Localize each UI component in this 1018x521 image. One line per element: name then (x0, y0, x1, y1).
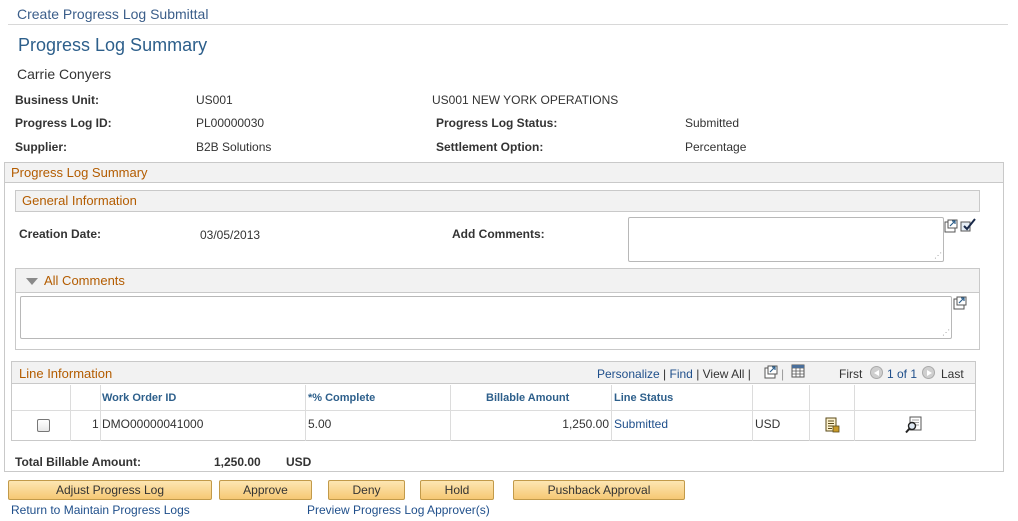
add-comments-label: Add Comments: (452, 227, 545, 241)
expand-textarea-icon[interactable] (953, 296, 967, 310)
total-billable-value: 1,250.00 (214, 455, 261, 469)
personalize-link[interactable]: Personalize (597, 367, 660, 381)
column-pct-complete[interactable]: *% Complete (308, 386, 375, 410)
all-comments-header[interactable]: All Comments (16, 269, 979, 293)
all-comments-title: All Comments (44, 273, 125, 288)
row-billable-amount: 1,250.00 (562, 417, 609, 431)
last-label[interactable]: Last (941, 367, 964, 381)
download-spreadsheet-icon[interactable] (791, 364, 805, 378)
title-divider (8, 24, 1008, 25)
pushback-approval-button[interactable]: Pushback Approval (513, 480, 685, 500)
row-select-checkbox[interactable] (37, 419, 50, 432)
supplier-label: Supplier: (15, 140, 68, 154)
add-comments-textarea[interactable]: ⋰ (628, 217, 944, 262)
previous-icon[interactable] (870, 365, 883, 380)
person-name: Carrie Conyers (17, 66, 112, 82)
all-comments-textarea[interactable]: ⋰ (20, 296, 952, 339)
row-work-order-id: DMO00000041000 (102, 417, 204, 431)
next-icon[interactable] (922, 365, 935, 380)
business-unit-label: Business Unit: (15, 93, 100, 107)
spell-check-icon[interactable] (960, 217, 976, 233)
collapse-triangle-icon[interactable] (26, 278, 38, 286)
creation-date-value: 03/05/2013 (200, 228, 261, 242)
first-label[interactable]: First (839, 367, 862, 381)
separator: | (747, 367, 751, 381)
breadcrumb-title: Create Progress Log Submittal (17, 6, 209, 22)
view-all-link[interactable]: View All (703, 367, 745, 381)
progress-log-status-label: Progress Log Status: (436, 116, 558, 130)
row-currency: USD (755, 417, 781, 431)
find-link[interactable]: Find (670, 367, 693, 381)
line-details-icon[interactable] (824, 417, 840, 433)
preview-approvers-link[interactable]: Preview Progress Log Approver(s) (307, 503, 490, 517)
deny-button[interactable]: Deny (328, 480, 405, 500)
progress-log-id-value: PL00000030 (196, 116, 265, 130)
pager-text: 1 of 1 (887, 367, 918, 381)
general-information-title: General Information (22, 193, 137, 208)
progress-log-status-value: Submitted (685, 116, 740, 130)
line-information-title: Line Information (19, 366, 113, 381)
expand-textarea-icon[interactable] (944, 219, 958, 233)
line-information-header: Line Information Personalize | Find | Vi… (12, 362, 975, 384)
hold-button[interactable]: Hold (420, 480, 494, 500)
supplier-value: B2B Solutions (196, 140, 272, 154)
new-window-icon[interactable] (764, 365, 778, 379)
column-line-status[interactable]: Line Status (614, 386, 673, 410)
business-unit-desc: US001 NEW YORK OPERATIONS (432, 93, 619, 107)
summary-section-title: Progress Log Summary (5, 163, 1003, 183)
row-line-status-link[interactable]: Submitted (614, 417, 668, 431)
column-work-order-id[interactable]: Work Order ID (102, 386, 176, 410)
resize-grip-icon[interactable]: ⋰ (934, 251, 942, 260)
settlement-option-label: Settlement Option: (436, 140, 544, 154)
general-information-header: General Information (15, 190, 980, 212)
approve-button[interactable]: Approve (219, 480, 312, 500)
row-pct-complete: 5.00 (308, 417, 332, 431)
return-to-maintain-link[interactable]: Return to Maintain Progress Logs (11, 503, 190, 517)
settlement-option-value: Percentage (685, 140, 747, 154)
total-billable-currency: USD (286, 455, 312, 469)
page-title: Progress Log Summary (18, 35, 208, 55)
total-billable-label: Total Billable Amount: (15, 455, 141, 469)
progress-log-id-label: Progress Log ID: (15, 116, 112, 130)
view-line-magnifier-icon[interactable] (905, 416, 923, 434)
separator: | (781, 367, 785, 381)
adjust-progress-log-button[interactable]: Adjust Progress Log (8, 480, 212, 500)
business-unit-value: US001 (196, 93, 233, 107)
row-line-number: 1 (92, 417, 99, 431)
creation-date-label: Creation Date: (19, 227, 102, 241)
resize-grip-icon[interactable]: ⋰ (942, 328, 950, 337)
column-billable-amount[interactable]: Billable Amount (486, 386, 569, 410)
line-information-grid: Line Information Personalize | Find | Vi… (11, 361, 976, 441)
